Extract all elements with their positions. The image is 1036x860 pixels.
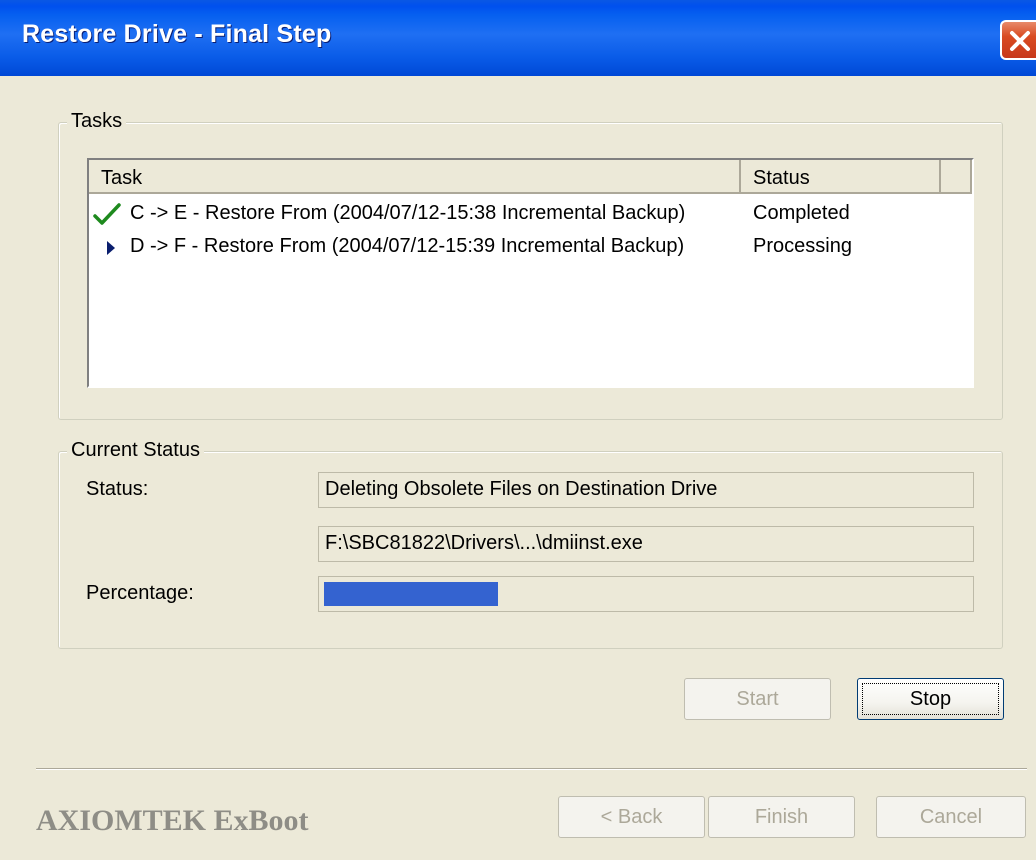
tasks-list-header: Task Status — [89, 160, 972, 194]
column-header-status[interactable]: Status — [741, 160, 941, 194]
stop-button-label: Stop — [909, 688, 952, 710]
status-label: Status: — [86, 478, 149, 500]
progress-bar — [318, 576, 974, 612]
column-header-task[interactable]: Task — [89, 160, 741, 194]
progress-fill — [324, 582, 498, 606]
task-name: C -> E - Restore From (2004/07/12-15:38 … — [130, 202, 686, 224]
table-row[interactable]: D -> F - Restore From (2004/07/12-15:39 … — [89, 231, 972, 263]
percentage-label: Percentage: — [86, 582, 194, 604]
close-button[interactable] — [1000, 20, 1036, 60]
stop-button[interactable]: Stop — [857, 678, 1004, 720]
current-file-field: F:\SBC81822\Drivers\...\dmiinst.exe — [318, 526, 974, 562]
brand-logo: AXIOMTEK ExBoot — [36, 804, 309, 837]
task-status: Completed — [753, 202, 850, 224]
separator — [36, 768, 1027, 770]
task-name: D -> F - Restore From (2004/07/12-15:39 … — [130, 235, 685, 257]
tasks-group-label: Tasks — [67, 110, 127, 133]
tasks-list[interactable]: Task Status C -> E - Restore From (2004/… — [87, 158, 974, 388]
column-header-filler — [941, 160, 972, 194]
finish-button[interactable]: Finish — [708, 796, 855, 838]
start-button[interactable]: Start — [684, 678, 831, 720]
current-status-group-label: Current Status — [67, 439, 204, 462]
close-icon — [1010, 31, 1030, 51]
checkmark-icon — [93, 202, 123, 228]
back-button[interactable]: < Back — [558, 796, 705, 838]
cancel-button[interactable]: Cancel — [876, 796, 1026, 838]
status-value-field: Deleting Obsolete Files on Destination D… — [318, 472, 974, 508]
play-arrow-icon — [93, 235, 123, 261]
table-row[interactable]: C -> E - Restore From (2004/07/12-15:38 … — [89, 198, 972, 230]
window-title: Restore Drive - Final Step — [22, 20, 332, 48]
title-bar: Restore Drive - Final Step — [0, 0, 1036, 76]
task-status: Processing — [753, 235, 852, 257]
